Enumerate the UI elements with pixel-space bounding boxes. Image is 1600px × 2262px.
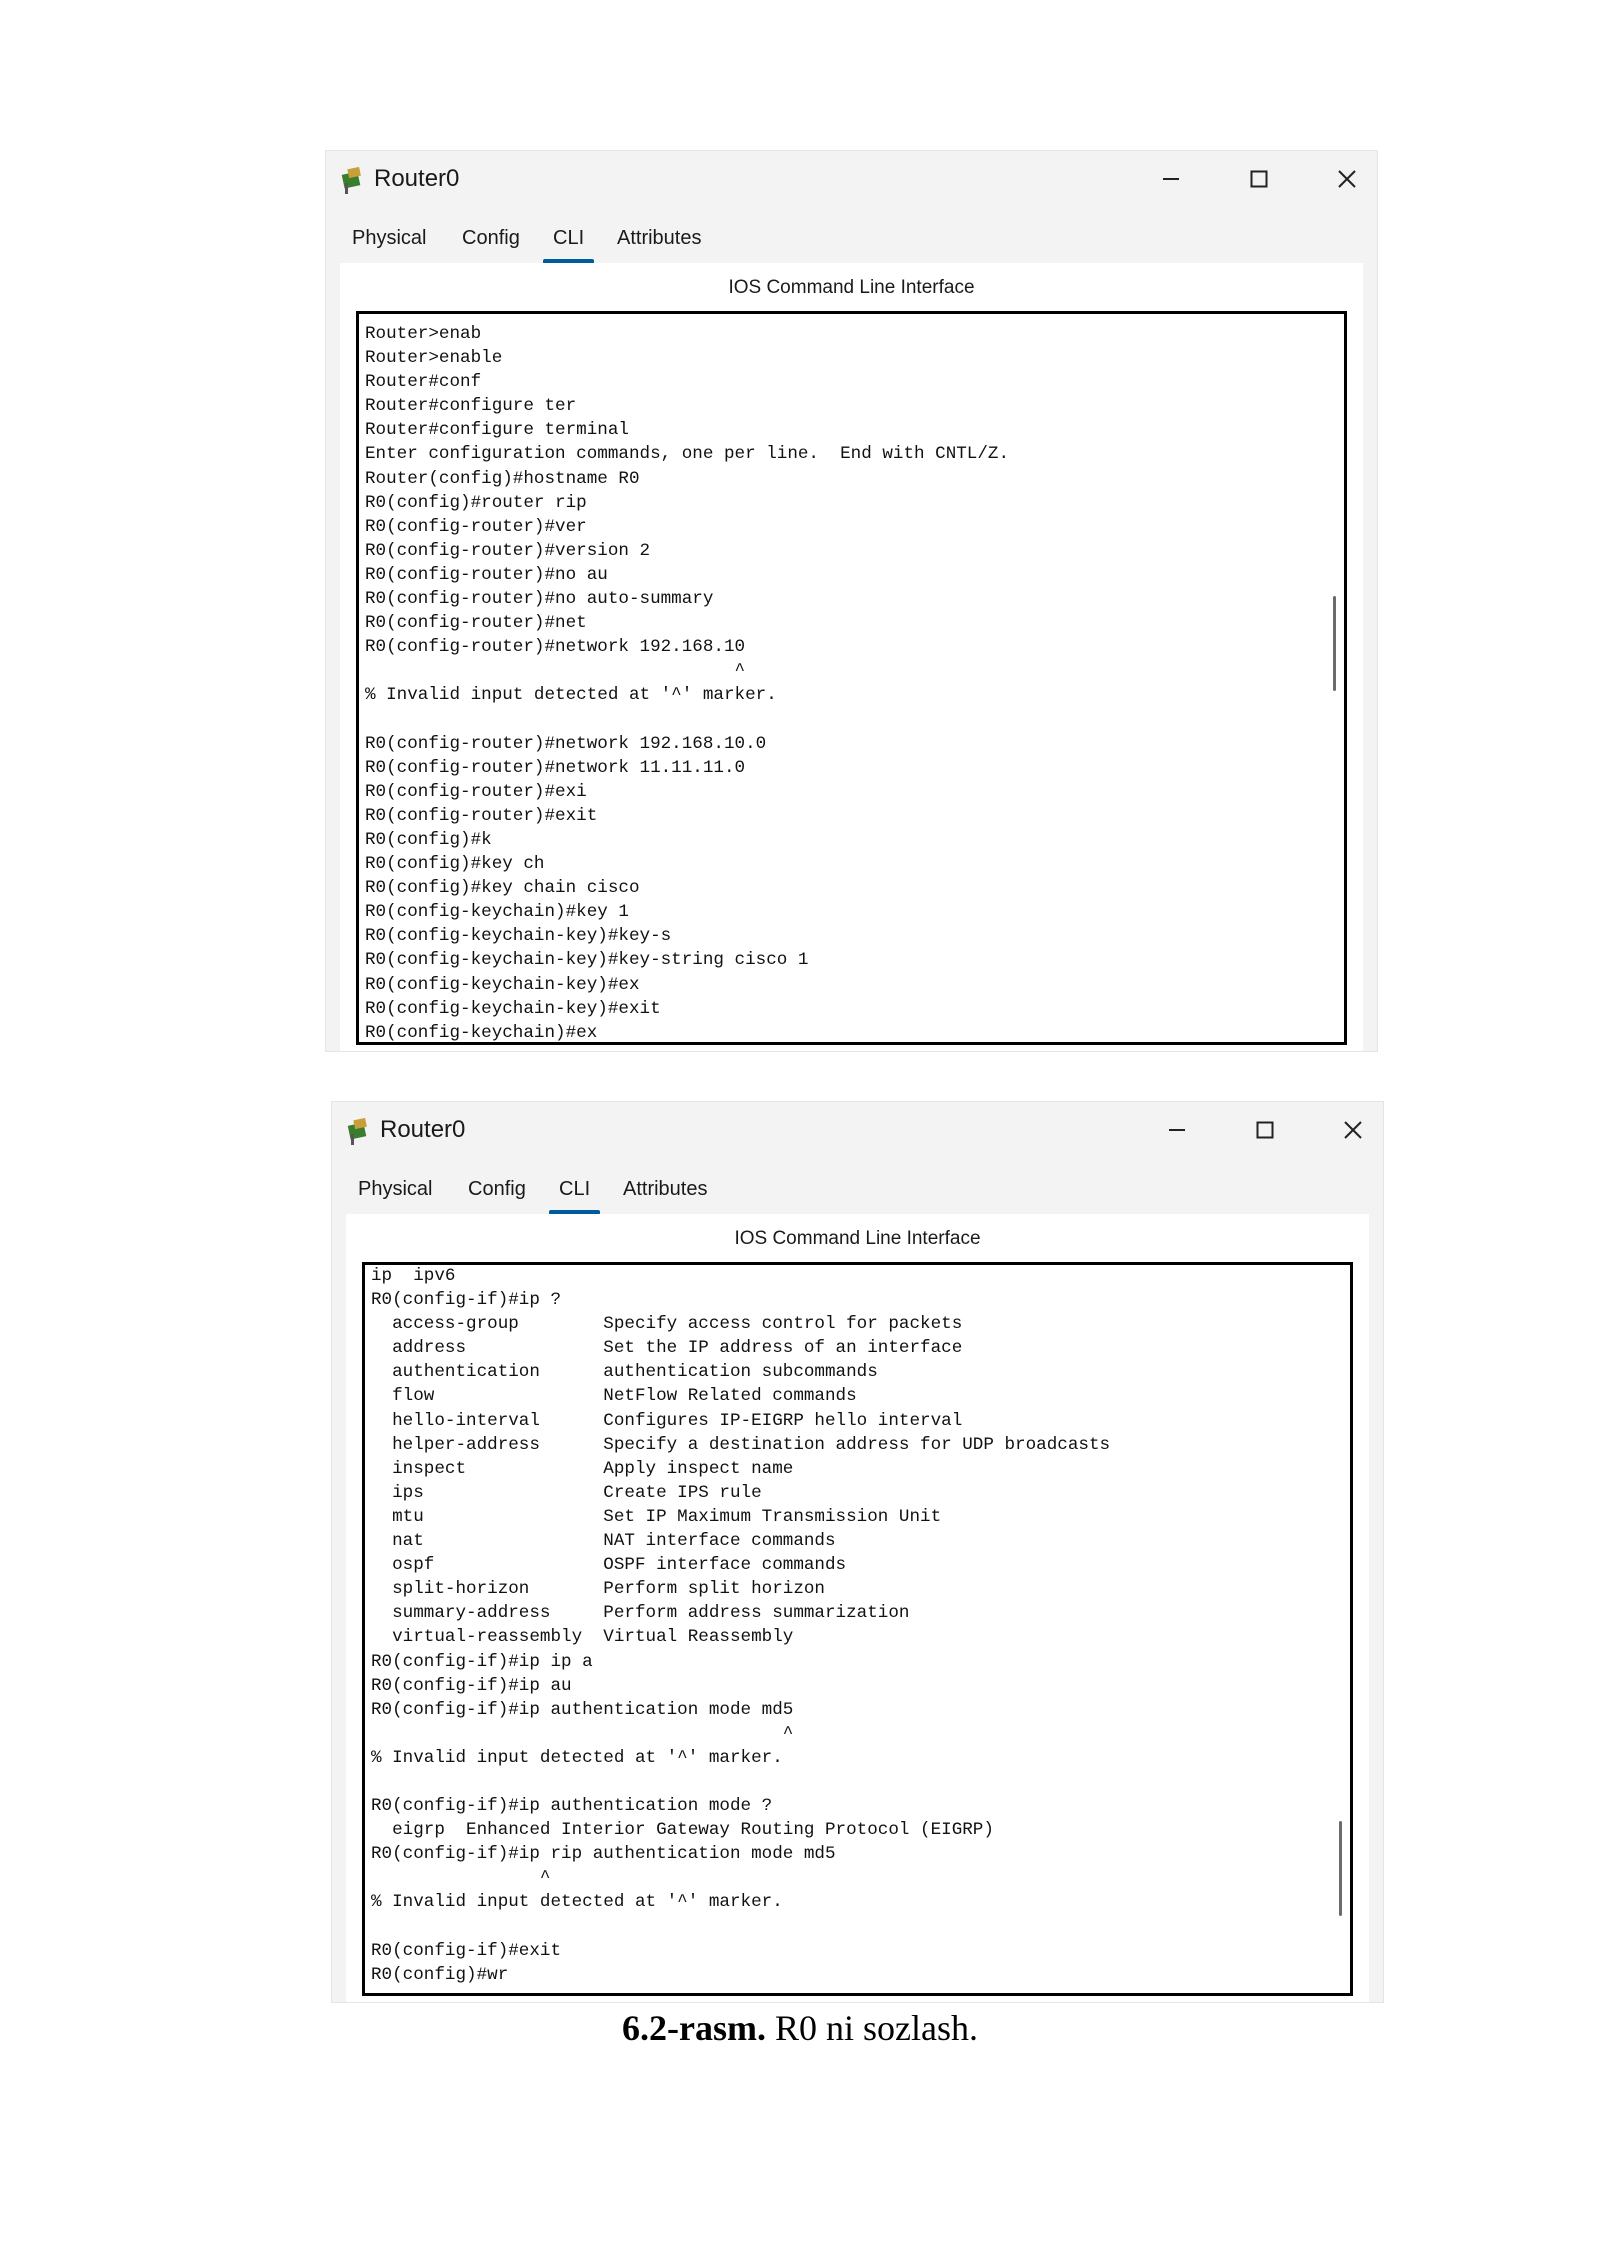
maximize-icon bbox=[1256, 1121, 1274, 1139]
maximize-button[interactable] bbox=[1237, 1110, 1293, 1150]
tab-bar: Physical Config CLI Attributes bbox=[332, 1178, 852, 1218]
window-title: Router0 bbox=[374, 165, 460, 192]
maximize-icon bbox=[1250, 170, 1268, 188]
router-app-icon bbox=[347, 1117, 367, 1145]
tab-cli[interactable]: CLI bbox=[542, 227, 595, 264]
terminal-scrollbar[interactable] bbox=[1333, 596, 1336, 691]
tab-physical[interactable]: Physical bbox=[352, 227, 426, 256]
tab-physical[interactable]: Physical bbox=[358, 1178, 432, 1207]
panel-title: IOS Command Line Interface bbox=[734, 1228, 981, 1249]
tab-config[interactable]: Config bbox=[462, 227, 520, 256]
minimize-button[interactable] bbox=[1149, 1110, 1205, 1150]
figure-caption: 6.2-rasm. R0 ni sozlash. bbox=[0, 2007, 1600, 2049]
minimize-button[interactable] bbox=[1143, 159, 1199, 199]
title-bar[interactable]: Router0 bbox=[332, 1102, 1383, 1166]
maximize-button[interactable] bbox=[1231, 159, 1287, 199]
minimize-icon bbox=[1163, 178, 1179, 180]
close-button[interactable] bbox=[1319, 159, 1375, 199]
tab-bar: Physical Config CLI Attributes bbox=[326, 227, 846, 267]
router-window-1: Router0 Physical Config CLI Attributes I… bbox=[325, 150, 1378, 1052]
minimize-icon bbox=[1169, 1129, 1185, 1131]
terminal-output: Router>enab Router>enable Router#conf Ro… bbox=[365, 324, 1010, 1043]
cli-panel: IOS Command Line Interface ip ipv6 R0(co… bbox=[346, 1214, 1369, 2002]
caption-label: 6.2-rasm. bbox=[622, 2008, 766, 2048]
panel-title: IOS Command Line Interface bbox=[728, 277, 975, 298]
tab-config[interactable]: Config bbox=[468, 1178, 526, 1207]
caption-text: R0 ni sozlash. bbox=[765, 2008, 978, 2048]
tab-attributes[interactable]: Attributes bbox=[623, 1178, 707, 1207]
title-bar[interactable]: Router0 bbox=[326, 151, 1377, 215]
cli-terminal[interactable]: ip ipv6 R0(config-if)#ip ? access-group … bbox=[362, 1262, 1353, 1996]
close-button[interactable] bbox=[1325, 1110, 1381, 1150]
tab-cli[interactable]: CLI bbox=[548, 1178, 601, 1215]
terminal-scrollbar[interactable] bbox=[1339, 1821, 1342, 1916]
cli-terminal[interactable]: Router>enab Router>enable Router#conf Ro… bbox=[356, 311, 1347, 1045]
router-window-2: Router0 Physical Config CLI Attributes I… bbox=[331, 1101, 1384, 2003]
tab-attributes[interactable]: Attributes bbox=[617, 227, 701, 256]
window-title: Router0 bbox=[380, 1116, 466, 1143]
terminal-output: ip ipv6 R0(config-if)#ip ? access-group … bbox=[371, 1266, 1111, 1985]
close-icon bbox=[1338, 170, 1356, 188]
cli-panel: IOS Command Line Interface Router>enab R… bbox=[340, 263, 1363, 1051]
router-app-icon bbox=[341, 166, 361, 194]
close-icon bbox=[1344, 1121, 1362, 1139]
